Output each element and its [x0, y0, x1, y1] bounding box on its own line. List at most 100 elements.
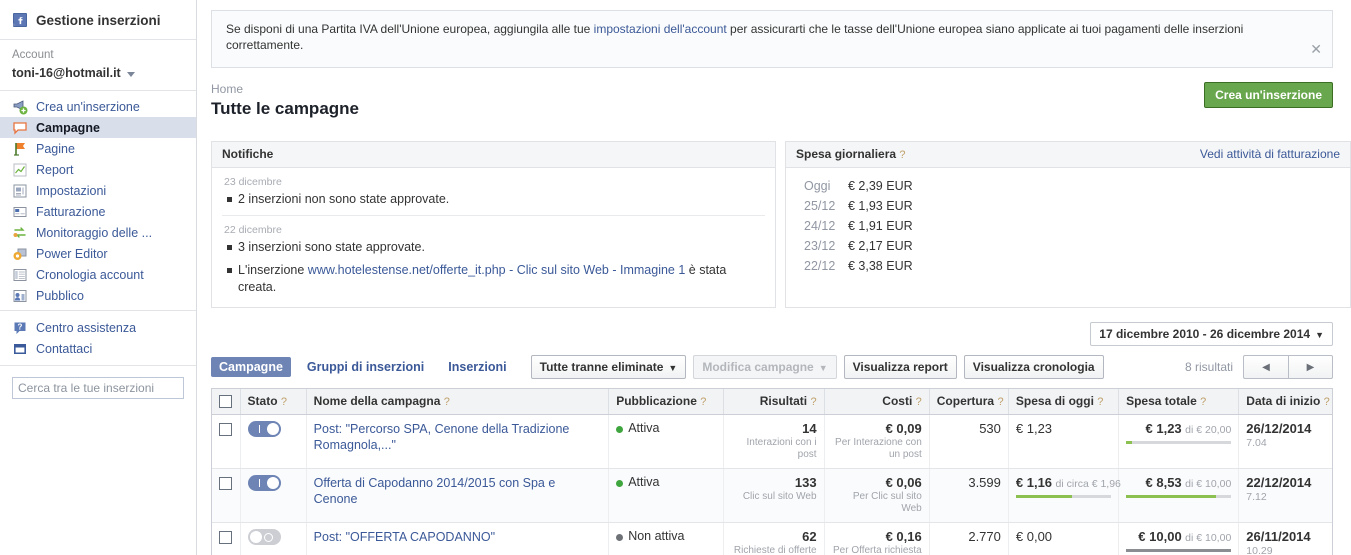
- view-history-button[interactable]: Visualizza cronologia: [963, 355, 1104, 379]
- people-icon: [12, 288, 28, 304]
- help-icon[interactable]: ?: [444, 396, 450, 408]
- help-icon[interactable]: ?: [700, 396, 706, 408]
- brand-header: Gestione inserzioni: [0, 0, 196, 40]
- help-icon: ?: [12, 320, 28, 336]
- chevron-down-icon: ▼: [818, 363, 828, 373]
- banner-text-before: Se disponi di una Partita IVA dell'Union…: [226, 22, 594, 36]
- view-report-button[interactable]: Visualizza report: [843, 355, 957, 379]
- table-row[interactable]: Offerta di Capodanno 2014/2015 con Spa e…: [212, 468, 1332, 524]
- date-range-picker[interactable]: 17 dicembre 2010 - 26 dicembre 2014 ▼: [1090, 322, 1333, 346]
- sidebar-item-pagine[interactable]: Pagine: [0, 138, 196, 159]
- column-header-data-di-inizio[interactable]: Data di inizio ?: [1238, 389, 1332, 416]
- results-label: Richieste di offerte: [733, 545, 817, 555]
- help-icon[interactable]: ?: [1200, 396, 1206, 408]
- sidebar-item-impostazioni[interactable]: Impostazioni: [0, 180, 196, 201]
- help-icon[interactable]: ?: [810, 396, 816, 408]
- column-header-nome-della-campagna[interactable]: Nome della campagna ?: [306, 389, 610, 416]
- today-spend-value: € 1,23: [1015, 421, 1053, 437]
- account-switcher[interactable]: toni-16@hotmail.it: [12, 66, 184, 80]
- sidebar-item-centro-assistenza[interactable]: ? Centro assistenza: [0, 317, 196, 338]
- column-header-pubblicazione[interactable]: Pubblicazione ?: [608, 389, 725, 416]
- column-header-stato[interactable]: Stato ?: [240, 389, 307, 416]
- filter-dropdown[interactable]: Tutte tranne eliminate ▼: [530, 355, 687, 379]
- daily-spend-panel-header: Spesa giornaliera ? Vedi attività di fat…: [786, 142, 1350, 168]
- status-dot-icon: [616, 479, 624, 487]
- billing-activity-link[interactable]: Vedi attività di fatturazione: [1200, 147, 1340, 161]
- account-settings-link[interactable]: impostazioni dell'account: [594, 22, 727, 36]
- status-dot-icon: [616, 533, 624, 541]
- list-item: 23/12 € 2,17 EUR: [796, 236, 1340, 256]
- pager: ◀ ▶: [1243, 355, 1333, 379]
- tab-campagne[interactable]: Campagne: [211, 357, 291, 377]
- close-icon[interactable]: ✕: [1310, 42, 1322, 56]
- sidebar-item-contattaci[interactable]: Contattaci: [0, 338, 196, 359]
- sidebar-item-pubblico[interactable]: Pubblico: [0, 285, 196, 306]
- tab-inserzioni[interactable]: Inserzioni: [440, 357, 514, 377]
- edit-campaigns-dropdown[interactable]: Modifica campagne ▼: [693, 355, 837, 379]
- breadcrumb[interactable]: Home: [211, 82, 359, 96]
- row-checkbox[interactable]: [219, 422, 233, 436]
- sidebar-item-report[interactable]: Report: [0, 159, 196, 180]
- start-time-value: 7.12: [1246, 491, 1267, 504]
- help-icon[interactable]: ?: [1097, 396, 1103, 408]
- today-spend-value: € 0,00: [1015, 529, 1053, 545]
- conversion-arrows-icon: [12, 225, 28, 241]
- row-total-spend-cell: € 1,23 di € 20,00: [1118, 414, 1240, 470]
- sidebar-item-label: Campagne: [36, 120, 100, 135]
- prev-page-button[interactable]: ◀: [1243, 355, 1288, 379]
- status-badge: Attiva: [616, 421, 659, 435]
- ad-link[interactable]: www.hotelestense.net/offerte_it.php - Cl…: [308, 263, 686, 277]
- sidebar-item-label: Contattaci: [36, 341, 93, 356]
- help-icon[interactable]: ?: [1324, 396, 1330, 408]
- help-icon[interactable]: ?: [899, 149, 905, 161]
- select-all-checkbox[interactable]: [219, 395, 233, 409]
- sidebar-item-monitoraggio[interactable]: Monitoraggio delle ...: [0, 222, 196, 243]
- status-toggle[interactable]: [247, 421, 281, 438]
- list-item: 2 inserzioni non sono state approvate.: [222, 191, 765, 208]
- row-delivery-cell: Attiva: [608, 468, 725, 524]
- row-start-date-cell: 22/12/2014 7.12: [1238, 468, 1332, 524]
- column-header-costi[interactable]: Costi ?: [824, 389, 930, 416]
- row-checkbox[interactable]: [219, 476, 233, 490]
- campaigns-table: Stato ? Nome della campagna ? Pubblicazi…: [211, 388, 1333, 555]
- column-header-spesa-totale[interactable]: Spesa totale ?: [1118, 389, 1240, 416]
- sidebar-item-fatturazione[interactable]: Fatturazione: [0, 201, 196, 222]
- table-row[interactable]: Post: "OFFERTA CAPODANNO" Non attiva 62 …: [212, 522, 1332, 555]
- row-select-cell: [212, 414, 241, 470]
- reach-value: 530: [979, 421, 1001, 437]
- search-input[interactable]: [12, 377, 184, 399]
- table-row[interactable]: Post: "Percorso SPA, Cenone della Tradiz…: [212, 414, 1332, 470]
- campaign-name-link[interactable]: Offerta di Capodanno 2014/2015 con Spa e…: [314, 476, 556, 506]
- cost-label: Per Interazione con un post: [835, 437, 922, 461]
- spend-day: 24/12: [804, 219, 836, 233]
- spend-amount: € 2,39 EUR: [848, 179, 913, 193]
- total-spend-of: di € 20,00: [1185, 424, 1232, 437]
- sidebar-item-power-editor[interactable]: Power Editor: [0, 243, 196, 264]
- spend-amount: € 3,38 EUR: [848, 259, 913, 273]
- sidebar-item-crea-un-inserzione[interactable]: Crea un'inserzione: [0, 96, 196, 117]
- sidebar-item-label: Fatturazione: [36, 204, 106, 219]
- next-page-button[interactable]: ▶: [1288, 355, 1333, 379]
- column-header-spesa-di-oggi[interactable]: Spesa di oggi ?: [1008, 389, 1120, 416]
- sidebar-item-campagne[interactable]: Campagne: [0, 117, 196, 138]
- help-icon[interactable]: ?: [281, 396, 287, 408]
- row-checkbox[interactable]: [219, 530, 233, 544]
- create-ad-button[interactable]: Crea un'inserzione: [1204, 82, 1333, 108]
- start-date-value: 26/11/2014: [1246, 529, 1311, 545]
- tab-gruppi-di-inserzioni[interactable]: Gruppi di inserzioni: [299, 357, 432, 377]
- row-reach-cell: 3.599: [929, 468, 1009, 524]
- eu-vat-banner: Se disponi di una Partita IVA dell'Union…: [211, 10, 1333, 68]
- row-delivery-cell: Non attiva: [608, 522, 725, 555]
- sidebar-item-cronologia-account[interactable]: Cronologia account: [0, 264, 196, 285]
- row-results-cell: 14 Interazioni con i post: [723, 414, 825, 470]
- column-header-copertura[interactable]: Copertura ?: [929, 389, 1009, 416]
- help-icon[interactable]: ?: [997, 396, 1003, 408]
- campaign-name-link[interactable]: Post: "Percorso SPA, Cenone della Tradiz…: [314, 422, 570, 452]
- main-content: Se disponi di una Partita IVA dell'Union…: [197, 0, 1351, 555]
- column-header-risultati[interactable]: Risultati ?: [723, 389, 825, 416]
- spend-day: 22/12: [804, 259, 836, 273]
- campaign-name-link[interactable]: Post: "OFFERTA CAPODANNO": [314, 530, 495, 544]
- status-toggle[interactable]: [247, 475, 281, 492]
- status-toggle[interactable]: [247, 529, 281, 546]
- help-icon[interactable]: ?: [916, 396, 922, 408]
